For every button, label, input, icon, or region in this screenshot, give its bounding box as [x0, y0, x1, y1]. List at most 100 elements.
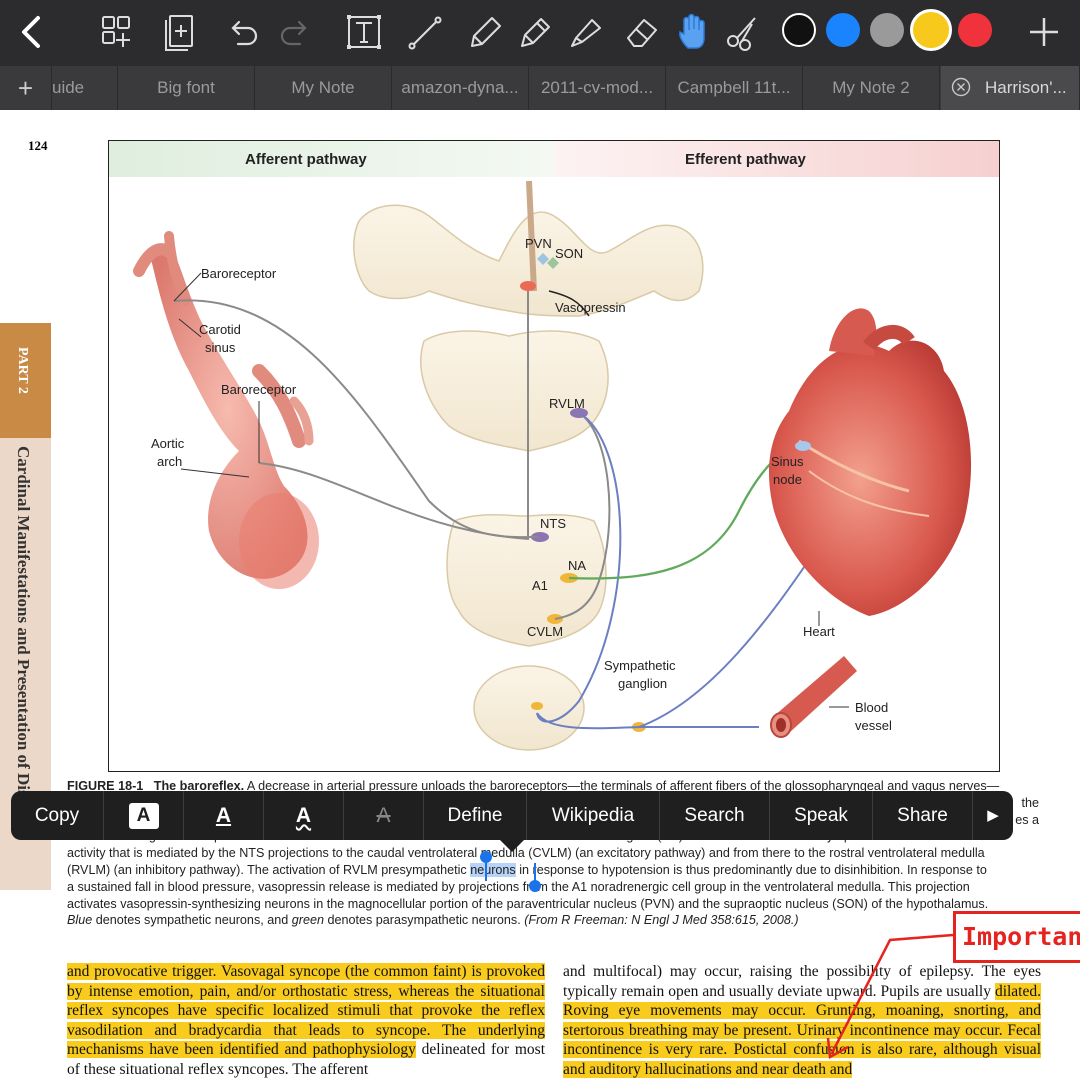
color-swatch-blue[interactable] [826, 13, 860, 47]
insert-page-icon[interactable] [156, 8, 204, 56]
fig-label-rvlm: RVLM [549, 396, 585, 411]
define-button[interactable]: Define [424, 791, 527, 840]
caption-source: (From R Freeman: N Engl J Med 358:615, 2… [524, 913, 799, 928]
toolbar [0, 0, 1080, 66]
tab-my-note[interactable]: My Note [255, 66, 392, 110]
color-swatch-gray[interactable] [870, 13, 904, 47]
fig-label-sinus: sinus [205, 340, 236, 355]
fig-label-na: NA [568, 558, 587, 573]
fig-label-ganglion: ganglion [618, 676, 668, 691]
caption-line-1-end-a: the [1021, 795, 1039, 810]
caption-line-4a: (RVLM) (an inhibitory pathway). The acti… [67, 862, 471, 877]
fig-label-sinus-node-2: node [773, 472, 802, 487]
undo-icon[interactable] [220, 8, 268, 56]
tab-amazon-dyna[interactable]: amazon-dyna... [392, 66, 529, 110]
fig-label-blood: Blood [855, 700, 889, 715]
redo-icon[interactable] [270, 8, 318, 56]
menu-pointer [500, 840, 524, 852]
spinal-node [531, 702, 543, 710]
new-tab-button[interactable]: + [0, 66, 52, 110]
fig-label-pvn: PVN [525, 236, 552, 251]
annotation-arrow [826, 933, 954, 1060]
caption-line-3: activity that is mediated by the NTS pro… [67, 846, 985, 861]
fig-label-baroreceptor-aortic: Baroreceptor [221, 382, 297, 397]
caption-line-5: a sustained fall in blood pressure, vaso… [67, 879, 970, 894]
blood-vessel-illustration [770, 656, 857, 738]
add-page-grid-icon[interactable] [92, 8, 140, 56]
part-tab: PART 2 [0, 323, 51, 438]
spinal-cord-illustration [473, 665, 585, 751]
squiggly-format-icon: A [295, 804, 312, 827]
hand-tool-icon[interactable] [670, 8, 718, 56]
tab-bar: + uide Big font My Note amazon-dyna... 2… [0, 66, 1080, 110]
tab-guide[interactable]: uide [52, 66, 118, 110]
wikipedia-button[interactable]: Wikipedia [527, 791, 660, 840]
fig-label-vasopressin: Vasopressin [555, 300, 626, 315]
pen-icon[interactable] [460, 8, 508, 56]
line-tool-icon[interactable] [400, 8, 448, 56]
selection-start-bar [485, 859, 487, 881]
close-tab-icon[interactable] [951, 77, 971, 97]
fig-label-baroreceptor-carotid: Baroreceptor [201, 266, 277, 281]
text-selection-menu: Copy A A A A Define Wikipedia Search Spe… [11, 791, 1013, 852]
more-arrow-icon[interactable]: ▶ [973, 791, 1013, 840]
underline-format-button[interactable]: A [184, 791, 264, 840]
body-text-right: and multifocal) may occur, raising the p… [563, 963, 1041, 1000]
fig-label-cvlm: CVLM [527, 624, 564, 639]
important-annotation-text: Importan [962, 922, 1080, 951]
selection-end-handle[interactable] [529, 880, 541, 892]
caption-blue: Blue [67, 913, 93, 928]
squiggly-format-button[interactable]: A [264, 791, 344, 840]
tab-my-note-2[interactable]: My Note 2 [803, 66, 940, 110]
fig-label-vessel: vessel [855, 718, 892, 733]
caption-green: green [291, 913, 324, 928]
color-swatch-black[interactable] [782, 13, 816, 47]
underline-format-icon: A [215, 804, 232, 827]
baroreflex-figure: Afferent pathway Efferent pathway Barore… [108, 140, 1000, 772]
highlighter-icon[interactable] [560, 8, 608, 56]
caption-line-7b: denotes parasympathetic neurons. [323, 913, 525, 928]
body-column-left[interactable]: and provocative trigger. Vasovagal synco… [67, 962, 545, 1079]
bold-format-button[interactable]: A [104, 791, 184, 840]
share-button[interactable]: Share [873, 791, 973, 840]
fig-label-heart: Heart [803, 624, 835, 639]
speak-button[interactable]: Speak [770, 791, 873, 840]
caption-line-6: activates vasopressin-synthesizing neuro… [67, 896, 989, 911]
strikethrough-format-icon: A [376, 804, 391, 827]
fig-label-arch: arch [157, 454, 183, 469]
pvn-son-node [520, 281, 536, 291]
fig-label-sympathetic: Sympathetic [604, 658, 676, 673]
back-chevron-icon[interactable] [8, 8, 56, 56]
fig-label-son: SON [555, 246, 584, 261]
fig-label-a1: A1 [532, 578, 548, 593]
copy-button[interactable]: Copy [11, 791, 104, 840]
pons-illustration [420, 330, 609, 452]
add-icon[interactable] [1020, 8, 1068, 56]
baroreflex-illustration [133, 180, 972, 751]
text-box-icon[interactable] [340, 8, 388, 56]
fig-label-sinus-node-1: Sinus [771, 454, 804, 469]
strikethrough-format-button[interactable]: A [344, 791, 424, 840]
page-number: 124 [28, 138, 48, 153]
scissors-icon[interactable] [718, 8, 766, 56]
caption-line-7a: denotes sympathetic neurons, and [92, 913, 292, 928]
tab-harrisons-active[interactable]: Harrison'... [941, 66, 1080, 110]
bold-format-icon: A [128, 803, 159, 829]
color-swatch-red[interactable] [958, 13, 992, 47]
pencil-icon[interactable] [510, 8, 558, 56]
fig-label-aortic: Aortic [151, 436, 185, 451]
fig-label-carotid: Carotid [199, 322, 241, 337]
tab-big-font[interactable]: Big font [118, 66, 255, 110]
caption-line-4b: in response to hypotension is thus predo… [515, 862, 987, 877]
tab-2011-cv-mod[interactable]: 2011-cv-mod... [529, 66, 666, 110]
tab-campbell[interactable]: Campbell 11t... [666, 66, 803, 110]
carotid-aorta-illustration [133, 231, 319, 589]
eraser-icon[interactable] [618, 8, 666, 56]
color-swatch-yellow-selected[interactable] [910, 9, 952, 51]
fig-label-nts: NTS [540, 516, 566, 531]
body-column-right[interactable]: and multifocal) may occur, raising the p… [563, 962, 1041, 1079]
search-button[interactable]: Search [660, 791, 770, 840]
important-annotation[interactable]: Importan [953, 911, 1080, 963]
tab-label: Harrison'... [985, 78, 1067, 97]
selected-word[interactable]: neurons [470, 862, 516, 877]
